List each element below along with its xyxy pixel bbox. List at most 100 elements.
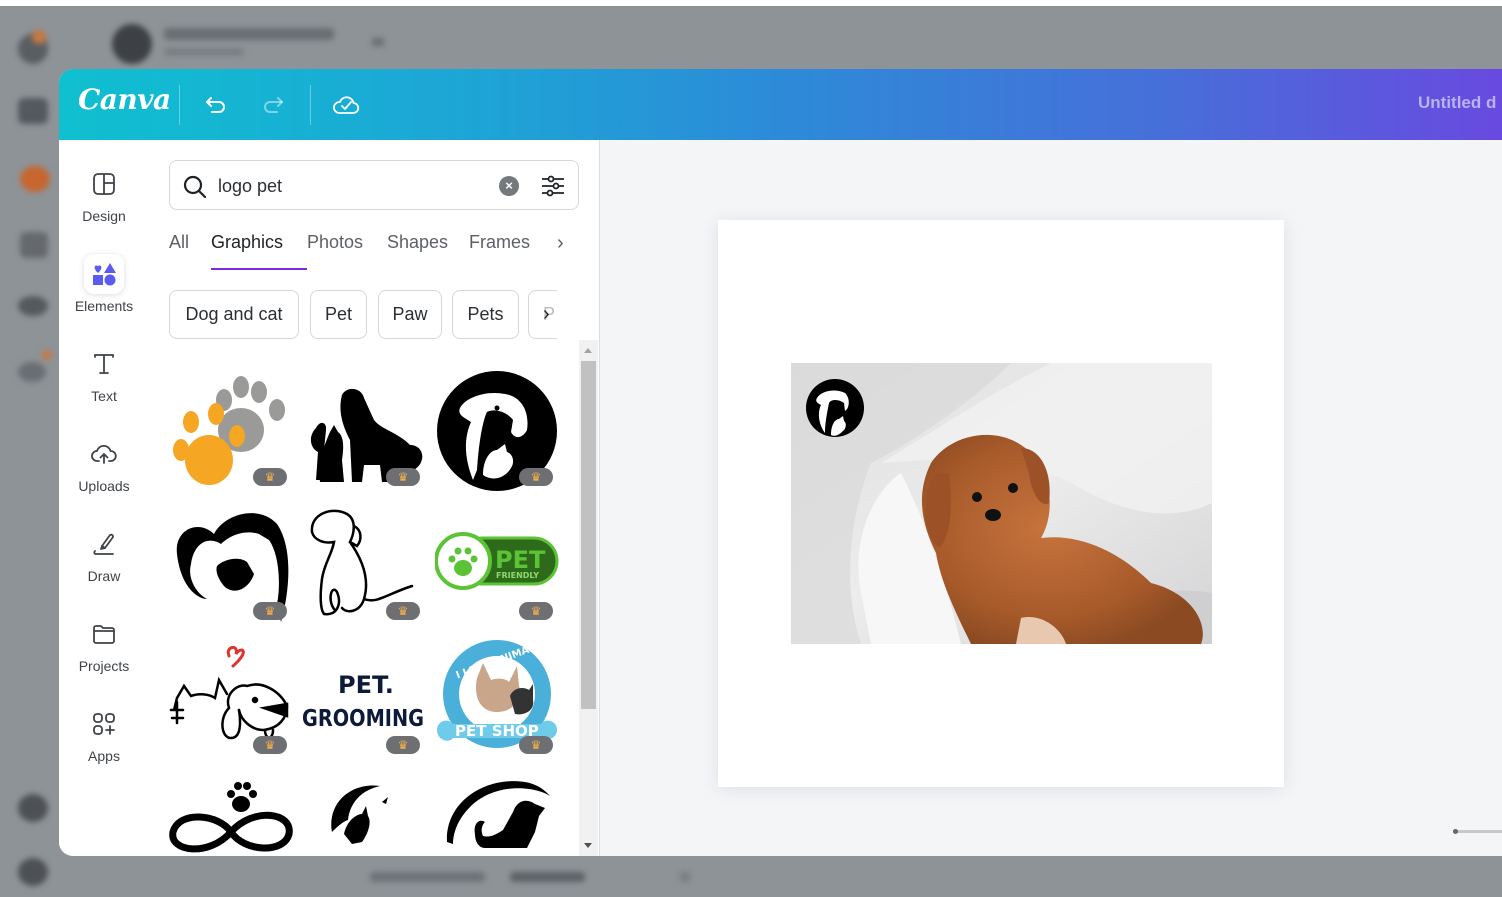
svg-text:GROOMING: GROOMING (302, 706, 424, 732)
graphic-paw-prints[interactable]: ♛ (169, 370, 293, 494)
search-input[interactable] (218, 173, 488, 199)
save-status-button[interactable] (330, 89, 362, 121)
rail-label: Draw (87, 568, 121, 584)
active-tab-indicator (211, 268, 307, 270)
badge-text: PET (495, 546, 546, 574)
premium-crown-badge: ♛ (386, 736, 420, 754)
rail-item-text[interactable]: Text (59, 344, 149, 424)
side-rail: Design Elements Text Uploads Draw Projec… (59, 140, 149, 856)
design-page[interactable] (718, 220, 1284, 787)
crown-icon: ♛ (530, 604, 542, 618)
crown-icon: ♛ (397, 604, 409, 618)
rail-item-projects[interactable]: Projects (59, 614, 149, 694)
apps-icon (84, 704, 124, 744)
filter-icon[interactable] (540, 173, 566, 199)
canva-logo[interactable]: Canva (78, 83, 171, 116)
design-canvas-area (600, 140, 1502, 856)
toolbar-divider (179, 85, 180, 125)
graphic-line-art-dog[interactable]: ♛ (302, 504, 426, 628)
graphic-pet-friendly-badge[interactable]: PET FRIENDLY ♛ (434, 504, 559, 628)
folder-icon (84, 614, 124, 654)
premium-crown-badge: ♛ (519, 602, 553, 620)
puppy-photo-image (791, 363, 1212, 644)
undo-icon (206, 97, 225, 113)
top-strip (0, 0, 1502, 6)
tab-all[interactable]: All (169, 232, 189, 253)
tab-shapes[interactable]: Shapes (387, 232, 448, 253)
puppy-photo[interactable] (791, 363, 1212, 644)
tab-photos[interactable]: Photos (307, 232, 363, 253)
svg-text:FRIENDLY: FRIENDLY (496, 571, 539, 580)
premium-crown-badge: ♛ (519, 736, 553, 754)
graphic-pet-grooming[interactable]: PET. GROOMING ♛ (302, 638, 426, 762)
editor-top-bar: Canva Untitled d (59, 69, 1502, 140)
canva-editor-modal: Canva Untitled d Design Elements Text Up… (59, 69, 1502, 856)
search-box: × (169, 160, 579, 210)
graphic-doodle-cat-dog[interactable]: ♛ (169, 638, 293, 762)
rail-label: Uploads (78, 478, 130, 494)
graphic-pets-silhouette[interactable]: ♛ (302, 370, 426, 494)
panel-scrollbar[interactable] (579, 340, 598, 856)
crown-icon: ♛ (397, 738, 409, 752)
tabs-next-button[interactable]: › (557, 232, 564, 255)
cloud-check-icon (333, 96, 360, 114)
redo-button[interactable] (257, 89, 289, 121)
undo-button[interactable] (200, 89, 232, 121)
rail-item-design[interactable]: Design (59, 164, 149, 244)
grooming-title: PET. (338, 671, 394, 699)
premium-crown-badge: ♛ (386, 468, 420, 486)
graphics-grid: ♛ ♛ ♛ ♛ ♛ PET FRIENDLY ♛ ♛ PET. GROOMING… (169, 370, 569, 856)
graphic-infinity-paw[interactable] (169, 772, 293, 856)
rail-item-uploads[interactable]: Uploads (59, 434, 149, 514)
scroll-down-arrow[interactable] (584, 843, 592, 848)
rail-label: Design (82, 208, 126, 224)
premium-crown-badge: ♛ (253, 602, 287, 620)
tab-frames[interactable]: Frames (469, 232, 530, 253)
search-icon (183, 175, 207, 199)
graphic-cat-dog-moon[interactable] (302, 772, 426, 856)
premium-crown-badge: ♛ (253, 468, 287, 486)
scrollbar-thumb[interactable] (581, 361, 596, 709)
infinity-paw-graphic (169, 782, 293, 853)
chip-paw[interactable]: Paw (378, 290, 442, 339)
elements-panel: × All Graphics Photos Shapes Frames › Do… (149, 140, 600, 856)
chip-pet[interactable]: Pet (310, 290, 367, 339)
crown-icon: ♛ (264, 604, 276, 618)
shapes-icon (84, 254, 124, 294)
chip-pets[interactable]: Pets (452, 290, 519, 339)
graphic-dog-cat-circle[interactable]: ♛ (435, 370, 559, 494)
rail-item-draw[interactable]: Draw (59, 524, 149, 604)
canvas-horizontal-scrollbar[interactable] (1453, 829, 1502, 834)
toolbar-divider (310, 85, 311, 125)
background-app-footer (360, 866, 720, 890)
layout-icon (84, 164, 124, 204)
document-title[interactable]: Untitled d (1418, 93, 1496, 113)
crown-icon: ♛ (264, 738, 276, 752)
premium-crown-badge: ♛ (253, 736, 287, 754)
background-app-rail (0, 6, 60, 897)
cat-dog-moon-graphic (331, 785, 388, 844)
premium-crown-badge: ♛ (386, 602, 420, 620)
rail-label: Projects (78, 658, 130, 674)
graphic-dog-circle-swoosh[interactable] (435, 772, 559, 856)
content-tabs: All Graphics Photos Shapes Frames › (169, 232, 589, 272)
chip-dog-and-cat[interactable]: Dog and cat (169, 290, 299, 339)
redo-icon (264, 97, 283, 113)
crown-icon: ♛ (264, 470, 276, 484)
text-icon (84, 344, 124, 384)
tab-graphics[interactable]: Graphics (211, 232, 283, 253)
chips-next-icon[interactable]: › (543, 303, 550, 326)
pen-icon (84, 524, 124, 564)
rail-item-apps[interactable]: Apps (59, 704, 149, 784)
graphic-dog-cat-heart[interactable]: ♛ (169, 504, 293, 628)
graphic-pet-shop-badge[interactable]: I LOVE ANIMALS PET SHOP ♛ (435, 638, 559, 762)
rail-label: Elements (74, 298, 134, 314)
crown-icon: ♛ (530, 738, 542, 752)
premium-crown-badge: ♛ (519, 468, 553, 486)
rail-item-elements[interactable]: Elements (59, 254, 149, 334)
crown-icon: ♛ (530, 470, 542, 484)
crown-icon: ♛ (397, 470, 409, 484)
background-app-header (108, 22, 408, 66)
scroll-up-arrow[interactable] (584, 348, 592, 353)
clear-search-button[interactable]: × (499, 176, 519, 196)
